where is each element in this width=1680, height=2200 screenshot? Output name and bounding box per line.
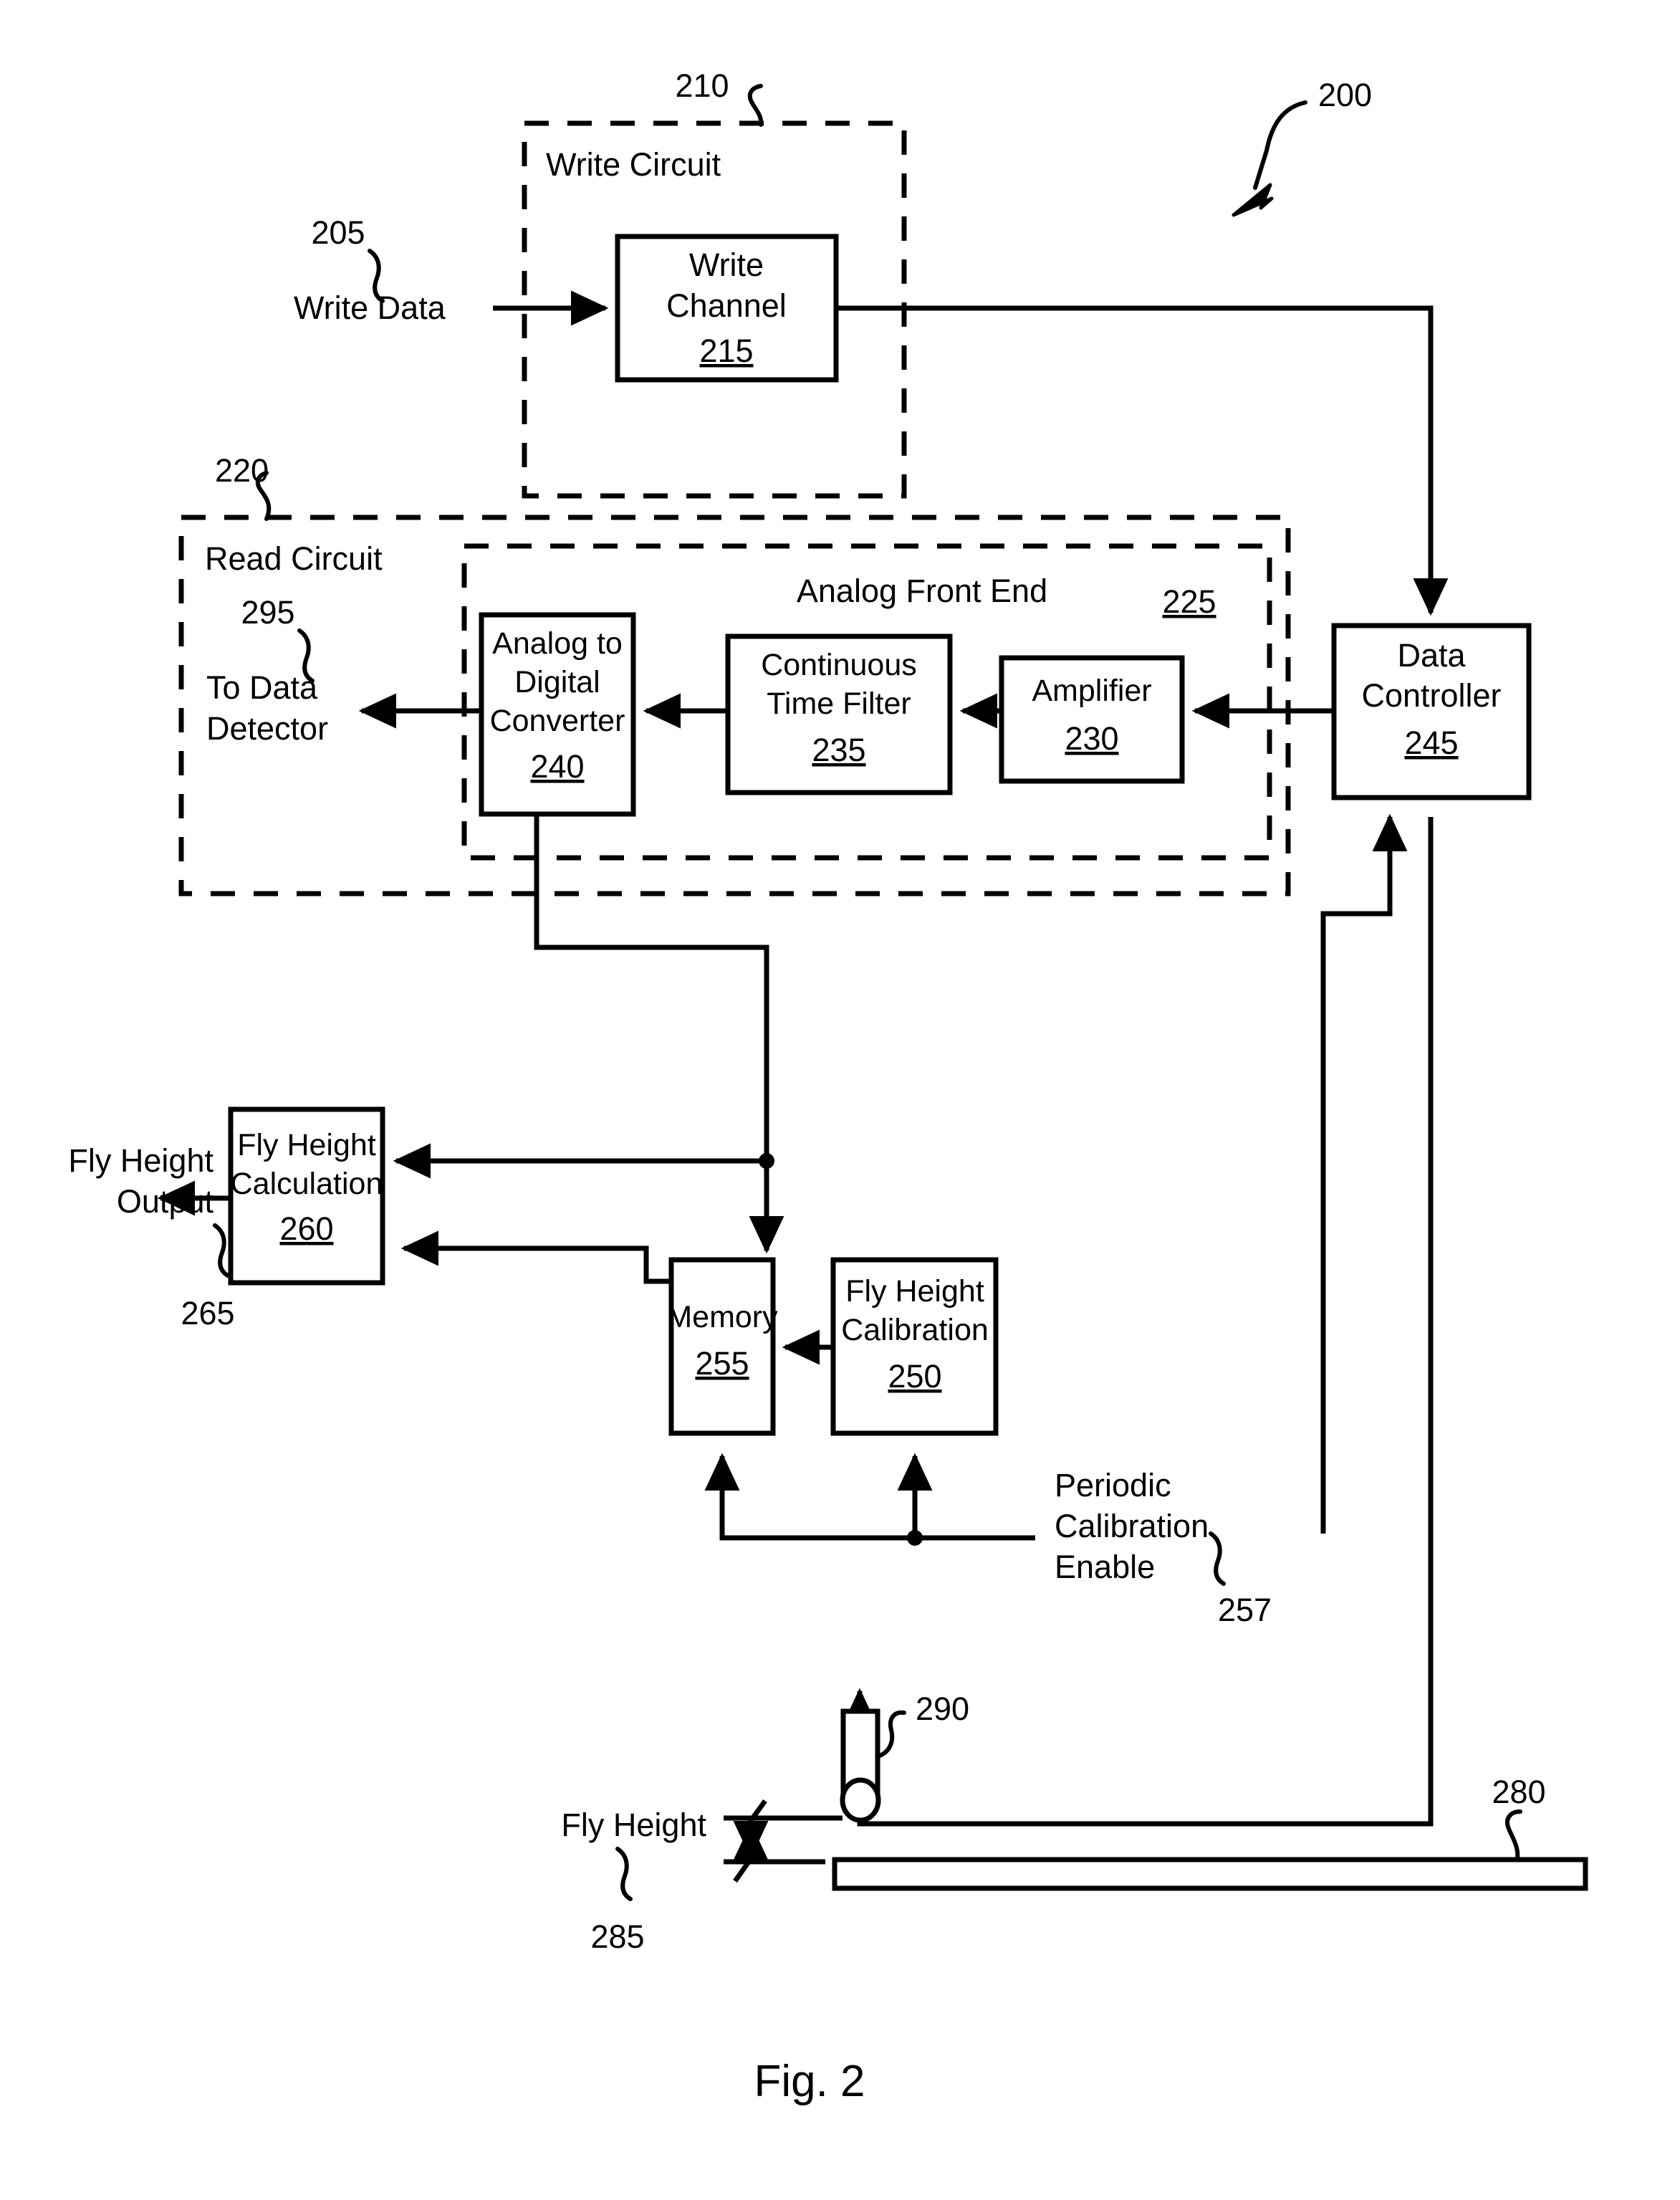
fly-height-output-label-line2: Output	[117, 1183, 214, 1220]
fly-height-calculation-label-line1: Fly Height	[237, 1128, 376, 1162]
data-controller-label-line1: Data	[1397, 637, 1466, 674]
fly-height-gap-ref-leader	[615, 1847, 633, 1901]
junction-dot-adc-bus	[759, 1153, 774, 1169]
wire-memory-to-fly-height-calculation	[400, 1230, 671, 1284]
write-data-ref-label: 205	[311, 214, 365, 251]
write-channel-label-line2: Channel	[666, 287, 787, 324]
periodic-calibration-enable-label-line1: Periodic	[1055, 1467, 1171, 1503]
write-circuit-ref-label: 210	[675, 67, 729, 104]
write-data-label: Write Data	[294, 290, 446, 326]
write-channel-ref-label: 215	[699, 333, 753, 369]
to-data-detector-label-line2: Detector	[206, 710, 328, 747]
periodic-calibration-enable-ref-label: 257	[1218, 1592, 1272, 1628]
periodic-calibration-enable-label-line2: Calibration	[1055, 1508, 1209, 1544]
amplifier-ref-label: 230	[1065, 720, 1118, 757]
fly-height-calculation-ref-label: 260	[279, 1210, 333, 1247]
fly-height-calculation-label-line2: Calculation	[231, 1167, 383, 1201]
head-ref-leader	[878, 1710, 906, 1758]
fly-height-calibration-label-line2: Calibration	[841, 1313, 989, 1347]
amplifier-label: Amplifier	[1032, 674, 1151, 708]
adc-label-line1: Analog to	[492, 626, 623, 661]
read-circuit-label: Read Circuit	[205, 540, 383, 577]
wire-write-channel-to-data-controller	[836, 305, 1449, 616]
system-ref-label: 200	[1318, 77, 1372, 113]
fly-height-output-ref-leader	[213, 1223, 230, 1278]
continuous-time-filter-label-line2: Time Filter	[767, 687, 911, 721]
read-circuit-ref-label: 220	[215, 452, 269, 489]
adc-label-line3: Converter	[490, 704, 625, 738]
fly-height-gap-label: Fly Height	[561, 1807, 706, 1843]
write-circuit-label: Write Circuit	[546, 146, 721, 183]
continuous-time-filter-ref-label: 235	[812, 732, 865, 768]
write-channel-label-line1: Write	[689, 247, 764, 283]
periodic-calibration-enable-label-line3: Enable	[1055, 1549, 1155, 1585]
system-ref-leader	[1232, 100, 1307, 217]
to-data-detector-label-line1: To Data	[206, 669, 318, 706]
fly-height-calibration-label-line1: Fly Height	[845, 1274, 984, 1309]
read-write-head-transducer-icon	[840, 1777, 881, 1823]
junction-dot-periodic-cal-enable	[907, 1530, 923, 1546]
storage-medium-platter	[832, 1857, 1588, 1891]
fly-height-output-ref-label: 265	[181, 1295, 234, 1331]
figure-caption: Fig. 2	[754, 2057, 865, 2106]
fly-height-gap-ref-label: 285	[590, 1918, 644, 1955]
read-write-head-ref-label: 290	[916, 1690, 969, 1727]
storage-medium-ref-leader	[1505, 1809, 1522, 1861]
memory-label: Memory	[666, 1300, 778, 1334]
analog-front-end-label: Analog Front End	[797, 573, 1047, 609]
data-controller-ref-label: 245	[1404, 724, 1458, 761]
analog-front-end-ref-label: 225	[1162, 583, 1216, 620]
storage-medium-ref-label: 280	[1492, 1774, 1545, 1810]
write-circuit-ref-leader	[747, 84, 764, 127]
data-controller-label-line2: Controller	[1361, 677, 1501, 714]
adc-ref-label: 240	[530, 748, 584, 785]
adc-label-line2: Digital	[514, 665, 600, 699]
fly-height-calibration-ref-label: 250	[888, 1358, 941, 1395]
continuous-time-filter-label-line1: Continuous	[761, 648, 917, 682]
block-diagram-canvas: 200 Write Circuit 210 Write Channel 215 …	[68, 67, 1588, 2106]
to-data-detector-ref-label: 295	[241, 594, 294, 631]
wire-periodic-cal-enable-to-memory	[704, 1453, 1035, 1541]
fly-height-output-label-line1: Fly Height	[68, 1142, 213, 1179]
wire-adc-output-bus	[534, 814, 769, 1161]
memory-ref-label: 255	[695, 1345, 749, 1382]
periodic-calibration-enable-ref-leader	[1209, 1531, 1226, 1586]
wire-periodic-cal-enable-to-data-controller	[1320, 813, 1408, 1534]
patent-figure-2: 200 Write Circuit 210 Write Channel 215 …	[0, 0, 1680, 2200]
